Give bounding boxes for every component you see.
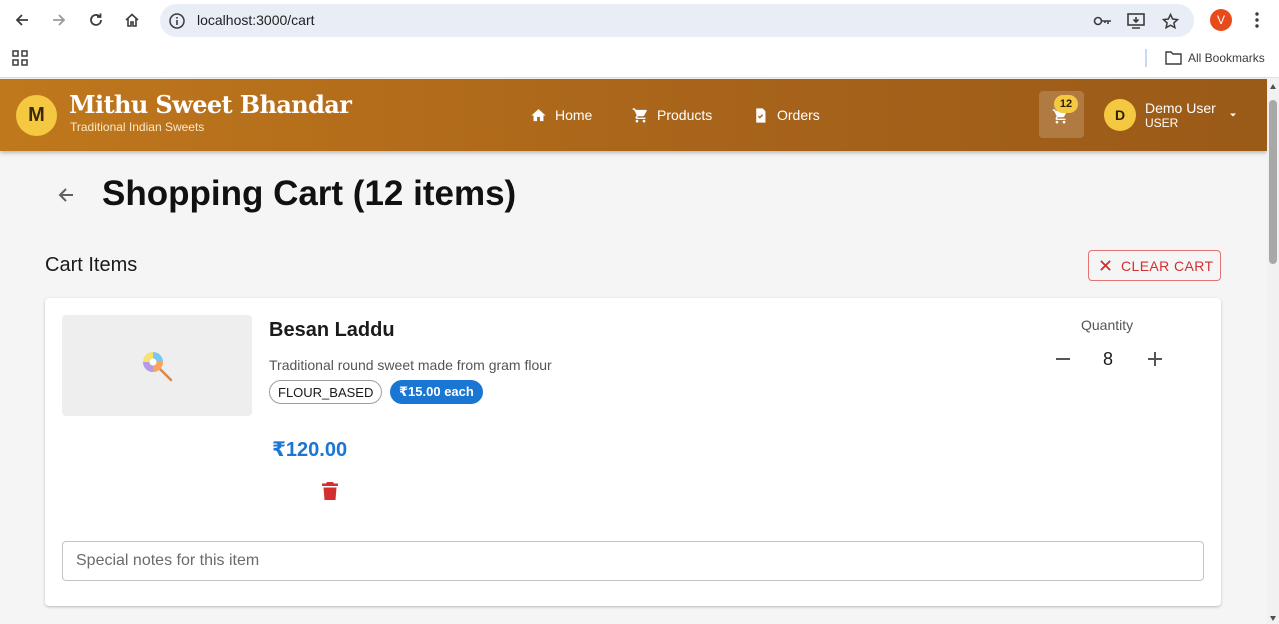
nav-products[interactable]: Products	[632, 105, 712, 125]
product-image	[62, 315, 252, 416]
close-icon	[1100, 260, 1111, 271]
bookmarks-bar	[0, 40, 1279, 78]
trash-icon	[322, 482, 338, 500]
cart-count-badge: 12	[1054, 95, 1078, 113]
item-total-price: ₹120.00	[272, 439, 348, 461]
quantity-label: Quantity	[1081, 317, 1134, 333]
item-notes-input[interactable]	[62, 541, 1204, 581]
app-header: M Mithu Sweet Bhandar Traditional Indian…	[0, 79, 1267, 151]
nav-home-label: Home	[555, 107, 593, 123]
profile-avatar[interactable]: V	[1210, 9, 1232, 31]
nav-orders[interactable]: Orders	[752, 105, 820, 125]
folder-icon[interactable]	[1165, 50, 1182, 65]
remove-item-button[interactable]	[317, 478, 343, 504]
scroll-up-arrow-icon[interactable]	[1270, 84, 1276, 89]
browser-home-icon[interactable]	[119, 8, 145, 32]
nav-home[interactable]: Home	[530, 105, 592, 125]
all-bookmarks-link[interactable]: All Bookmarks	[1188, 51, 1265, 65]
user-name[interactable]: Demo User	[1145, 100, 1216, 116]
scrollbar-thumb[interactable]	[1269, 100, 1277, 264]
scroll-down-arrow-icon[interactable]	[1270, 616, 1276, 621]
cart-button[interactable]: 12	[1039, 91, 1084, 138]
back-button[interactable]	[52, 181, 80, 209]
browser-menu-icon[interactable]	[1248, 9, 1266, 31]
page-title: Shopping Cart (12 items)	[102, 174, 517, 213]
apps-grid-icon[interactable]	[12, 50, 28, 66]
quantity-value: 8	[1102, 349, 1113, 369]
increase-quantity-button[interactable]	[1142, 346, 1168, 372]
site-info-icon[interactable]	[168, 12, 186, 30]
browser-back-icon[interactable]	[9, 8, 35, 32]
decrease-quantity-button[interactable]	[1050, 346, 1076, 372]
browser-toolbar: localhost:3000/cart V	[0, 0, 1279, 40]
category-chip: FLOUR_BASED	[269, 380, 383, 404]
product-description: Traditional round sweet made from gram f…	[269, 357, 552, 373]
logo-badge[interactable]: M	[16, 95, 57, 136]
cart-icon	[632, 107, 647, 123]
section-title: Cart Items	[45, 254, 138, 276]
password-key-icon[interactable]	[1093, 11, 1113, 31]
bookmarks-separator	[1145, 49, 1147, 67]
address-bar[interactable]: localhost:3000/cart	[160, 4, 1194, 37]
bookmark-star-icon[interactable]	[1160, 11, 1180, 31]
user-role: USER	[1145, 116, 1179, 130]
brand-name[interactable]: Mithu Sweet Bhandar	[69, 90, 352, 119]
url-text: localhost:3000/cart	[197, 12, 315, 28]
install-app-icon[interactable]	[1126, 11, 1146, 31]
nav-products-label: Products	[657, 107, 713, 123]
clear-cart-button[interactable]: CLEAR CART	[1088, 250, 1221, 281]
clear-cart-label: CLEAR CART	[1121, 257, 1214, 274]
browser-reload-icon[interactable]	[83, 8, 109, 32]
unit-price-chip: ₹15.00 each	[390, 380, 483, 404]
user-avatar[interactable]: D	[1104, 99, 1136, 131]
minus-icon	[1056, 358, 1070, 360]
receipt-icon	[756, 107, 766, 123]
lollipop-icon	[143, 351, 173, 381]
home-icon	[531, 108, 546, 121]
cart-item-card: Besan Laddu Traditional round sweet made…	[45, 298, 1221, 606]
brand-tagline: Traditional Indian Sweets	[70, 120, 205, 134]
product-name: Besan Laddu	[269, 319, 395, 341]
caret-down-icon[interactable]	[1228, 111, 1238, 119]
browser-forward-icon[interactable]	[46, 8, 72, 32]
plus-icon	[1148, 352, 1162, 366]
nav-orders-label: Orders	[777, 107, 820, 123]
arrow-back-icon	[58, 188, 73, 202]
